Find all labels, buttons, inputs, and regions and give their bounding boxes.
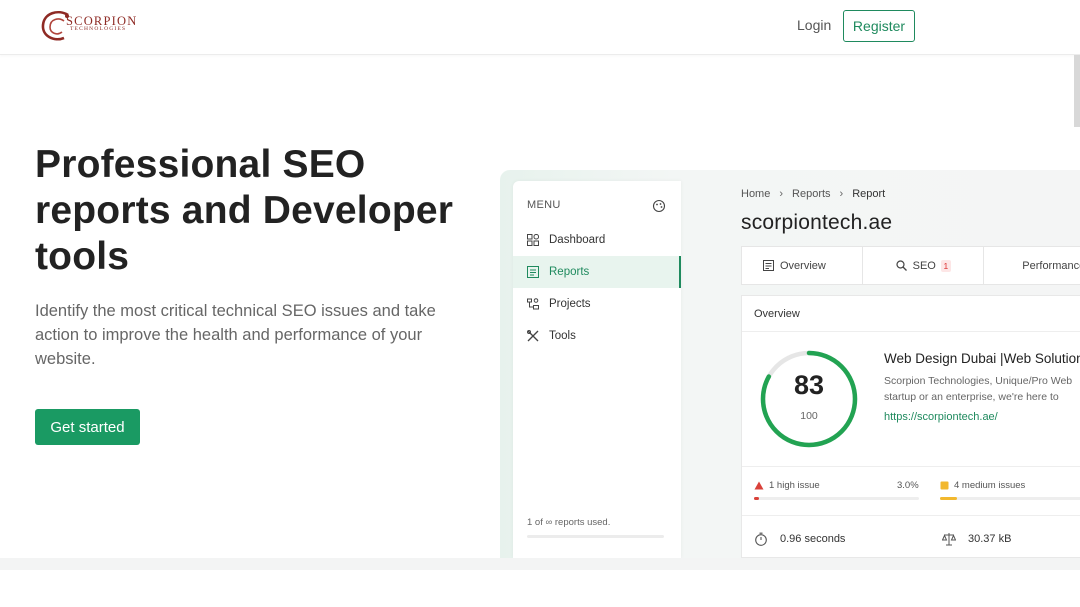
palette-icon[interactable] [652,199,666,213]
scrollbar-thumb[interactable] [1074,55,1080,127]
tab-label: Performance [1022,259,1080,272]
tab-label: SEO [912,259,936,272]
medium-issue-label: 4 medium issues [940,480,1025,491]
overview-card: Overview 83 100 Web Design Dubai |Web So… [741,295,1080,558]
tab-overview[interactable]: Overview [742,247,863,284]
get-started-button[interactable]: Get started [35,409,140,445]
sidebar-item-tools[interactable]: Tools [513,320,681,352]
chevron-right-icon: › [779,188,784,200]
high-issue-bar-fill [754,497,759,500]
register-button[interactable]: Register [843,10,915,42]
sidebar-item-label: Dashboard [549,234,606,246]
search-icon [896,260,907,271]
page-size-metric: 30.37 kB [942,532,1011,546]
sidebar-item-dashboard[interactable]: Dashboard [513,224,681,256]
sidebar-item-projects[interactable]: Projects [513,288,681,320]
high-issue-percent: 3.0% [897,480,919,491]
sidebar-item-label: Reports [549,266,590,278]
score-value: 83 [793,370,825,400]
usage-progress-bar [527,535,664,538]
card-heading: Overview [742,296,1080,332]
tab-seo[interactable]: SEO 1 [863,247,985,284]
issue-count-badge: 1 [940,259,951,272]
page-size-value: 30.37 kB [968,533,1012,545]
site-name: Web Design Dubai |Web Solutions [884,351,1080,366]
page-title: scorpiontech.ae [741,211,893,234]
chevron-right-icon: › [839,188,844,200]
scorpion-logo[interactable]: SCORPION TECHNOLOGIES [40,9,140,43]
warning-triangle-icon [754,481,764,490]
score-max: 100 [800,410,818,422]
report-tabs: Overview SEO 1 Performance [741,246,1080,285]
section-divider-band [0,558,1080,607]
high-issue-bar [754,497,919,500]
sidebar-item-label: Tools [549,330,576,342]
tab-label: Overview [780,259,826,272]
site-description-line: Scorpion Technologies, Unique/Pro Web [884,375,1073,387]
logo-subtext: TECHNOLOGIES [70,26,127,32]
projects-icon [527,298,539,310]
site-description: Scorpion Technologies, Unique/Pro Web st… [884,373,1080,405]
high-issue-label: 1 high issue [754,480,820,491]
divider [742,466,1080,467]
breadcrumb: Home › Reports › Report [741,188,885,200]
tab-performance[interactable]: Performance [984,247,1080,284]
breadcrumb-current: Report [852,188,886,200]
high-issue-percent-text: 3.0% [897,480,919,491]
high-issue-text: 1 high issue [769,480,820,491]
site-url-link[interactable]: https://scorpiontech.ae/ [884,411,998,423]
stopwatch-icon [755,532,767,546]
scale-icon [942,533,956,546]
site-description-line: startup or an enterprise, we're here to [884,391,1059,403]
medium-issue-square-icon [940,481,949,490]
menu-label: MENU [527,199,561,211]
sidebar-item-reports[interactable]: Reports [513,256,681,288]
overview-icon [763,260,774,271]
load-time-value: 0.96 seconds [780,533,846,545]
medium-issue-bar-fill [940,497,957,500]
medium-issue-text: 4 medium issues [954,480,1026,491]
sidebar-item-label: Projects [549,298,591,310]
breadcrumb-reports[interactable]: Reports [792,188,831,200]
hero-description: Identify the most critical technical SEO… [35,302,436,368]
hero-title: Professional SEO reports and Developer t… [35,143,454,278]
login-link[interactable]: Login [797,17,831,33]
medium-issue-bar [940,497,1080,500]
tools-icon [527,330,539,342]
divider [742,515,1080,516]
top-navbar: SCORPION TECHNOLOGIES Login Register [0,0,1080,55]
breadcrumb-home[interactable]: Home [741,188,770,200]
load-time-metric: 0.96 seconds [754,532,845,546]
usage-text: 1 of ∞ reports used. [527,517,611,528]
report-icon [527,266,539,278]
app-sidebar: MENU Dashboard Reports Projects Tools 1 … [513,181,681,558]
grid-icon [527,234,539,246]
